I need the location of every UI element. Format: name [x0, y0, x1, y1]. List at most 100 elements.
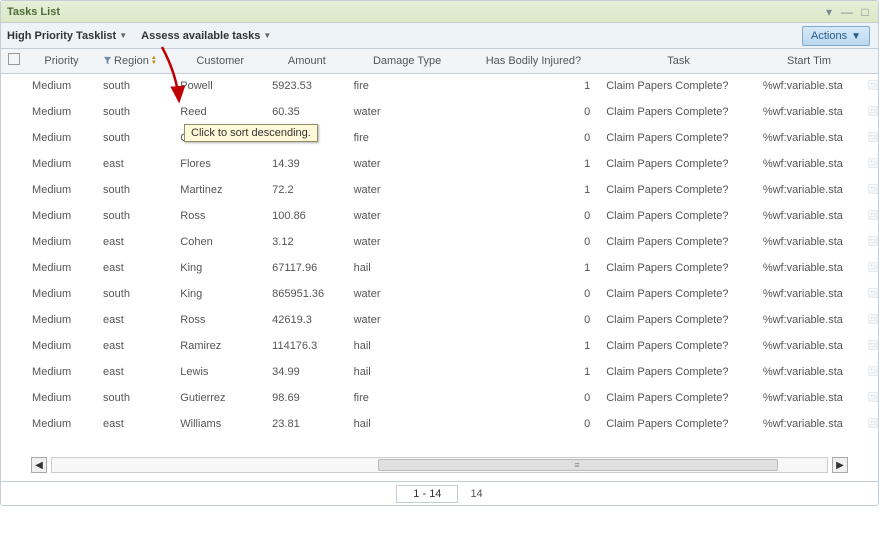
checkbox-cell[interactable]	[1, 151, 26, 177]
task-cell: Claim Papers Complete?	[600, 203, 757, 229]
checkbox-cell[interactable]	[1, 255, 26, 281]
select-all-checkbox[interactable]	[8, 53, 20, 65]
minimize-icon[interactable]: —	[840, 5, 854, 19]
table-row[interactable]: MediumeastFlores14.39water1Claim Papers …	[1, 151, 878, 177]
table-row[interactable]: MediumeastRoss42619.3water0Claim Papers …	[1, 307, 878, 333]
row-action-cell[interactable]	[861, 411, 878, 437]
amount-cell: 67117.96	[266, 255, 347, 281]
col-start[interactable]: Start Tim	[757, 49, 861, 73]
col-checkbox[interactable]	[1, 49, 26, 73]
checkbox-cell[interactable]	[1, 333, 26, 359]
details-icon[interactable]	[867, 156, 878, 169]
table-row[interactable]: MediumeastKing67117.96hail1Claim Papers …	[1, 255, 878, 281]
checkbox-cell[interactable]	[1, 125, 26, 151]
maximize-icon[interactable]: □	[858, 5, 872, 19]
damage-cell: fire	[348, 125, 467, 151]
col-region[interactable]: Region▲▼	[97, 49, 174, 73]
customer-cell: Cohen	[174, 229, 266, 255]
priority-cell: Medium	[26, 307, 97, 333]
row-action-cell[interactable]	[861, 359, 878, 385]
details-icon[interactable]	[867, 260, 878, 273]
task-cell: Claim Papers Complete?	[600, 151, 757, 177]
table-row[interactable]: MediumsouthGutierrez98.69fire0Claim Pape…	[1, 385, 878, 411]
col-task[interactable]: Task	[600, 49, 757, 73]
row-action-cell[interactable]	[861, 385, 878, 411]
row-action-cell[interactable]	[861, 177, 878, 203]
priority-cell: Medium	[26, 203, 97, 229]
details-icon[interactable]	[867, 416, 878, 429]
details-icon[interactable]	[867, 78, 878, 91]
checkbox-cell[interactable]	[1, 229, 26, 255]
row-action-cell[interactable]	[861, 255, 878, 281]
row-action-cell[interactable]	[861, 73, 878, 99]
checkbox-cell[interactable]	[1, 411, 26, 437]
details-icon[interactable]	[867, 338, 878, 351]
checkbox-cell[interactable]	[1, 203, 26, 229]
region-cell: east	[97, 255, 174, 281]
row-action-cell[interactable]	[861, 307, 878, 333]
row-action-cell[interactable]	[861, 99, 878, 125]
col-bodily[interactable]: Has Bodily Injured?	[467, 49, 601, 73]
priority-cell: Medium	[26, 177, 97, 203]
table-row[interactable]: MediumeastRamirez114176.3hail1Claim Pape…	[1, 333, 878, 359]
col-customer[interactable]: Customer	[174, 49, 266, 73]
details-icon[interactable]	[867, 364, 878, 377]
details-icon[interactable]	[867, 104, 878, 117]
table-row[interactable]: MediumsouthRoss100.86water0Claim Papers …	[1, 203, 878, 229]
row-action-cell[interactable]	[861, 125, 878, 151]
checkbox-cell[interactable]	[1, 359, 26, 385]
amount-cell: 72.2	[266, 177, 347, 203]
table-row[interactable]: MediumsouthReed60.35water0Claim Papers C…	[1, 99, 878, 125]
col-damage[interactable]: Damage Type	[348, 49, 467, 73]
row-action-cell[interactable]	[861, 229, 878, 255]
detach-icon[interactable]: ▾	[822, 5, 836, 19]
amount-cell: 42619.3	[266, 307, 347, 333]
checkbox-cell[interactable]	[1, 385, 26, 411]
details-icon[interactable]	[867, 182, 878, 195]
row-action-cell[interactable]	[861, 281, 878, 307]
table-row[interactable]: MediumsouthMartinez72.2water1Claim Paper…	[1, 177, 878, 203]
table-row[interactable]: MediumsouthPowell5923.53fire1Claim Paper…	[1, 73, 878, 99]
assess-dropdown-label: Assess available tasks	[141, 30, 260, 42]
start-cell: %wf:variable.sta	[757, 99, 861, 125]
tasklist-dropdown[interactable]: High Priority Tasklist ▼	[7, 30, 127, 42]
details-icon[interactable]	[867, 312, 878, 325]
damage-cell: hail	[348, 411, 467, 437]
bodily-cell: 1	[467, 177, 601, 203]
checkbox-cell[interactable]	[1, 177, 26, 203]
table-row[interactable]: MediumeastCohen3.12water0Claim Papers Co…	[1, 229, 878, 255]
checkbox-cell[interactable]	[1, 73, 26, 99]
col-priority[interactable]: Priority	[26, 49, 97, 73]
table-row[interactable]: MediumeastWilliams23.81hail0Claim Papers…	[1, 411, 878, 437]
row-action-cell[interactable]	[861, 333, 878, 359]
scroll-right-button[interactable]: ▶	[832, 457, 848, 473]
h-scrollbar[interactable]: ◀ ≡ ▶	[1, 455, 878, 475]
details-icon[interactable]	[867, 130, 878, 143]
region-cell: south	[97, 385, 174, 411]
table-row[interactable]: MediumsouthKing865951.36water0Claim Pape…	[1, 281, 878, 307]
region-cell: south	[97, 203, 174, 229]
scroll-left-button[interactable]: ◀	[31, 457, 47, 473]
damage-cell: water	[348, 203, 467, 229]
table-row[interactable]: MediumeastLewis34.99hail1Claim Papers Co…	[1, 359, 878, 385]
details-icon[interactable]	[867, 390, 878, 403]
checkbox-cell[interactable]	[1, 307, 26, 333]
table-row[interactable]: MediumsouthGonzalez71.54fire0Claim Paper…	[1, 125, 878, 151]
bodily-cell: 0	[467, 411, 601, 437]
col-amount[interactable]: Amount	[266, 49, 347, 73]
row-action-cell[interactable]	[861, 151, 878, 177]
header-row: Priority Region▲▼ Customer Amount Damage…	[1, 49, 878, 73]
checkbox-cell[interactable]	[1, 99, 26, 125]
scroll-track[interactable]: ≡	[51, 457, 828, 473]
checkbox-cell[interactable]	[1, 281, 26, 307]
details-icon[interactable]	[867, 286, 878, 299]
bodily-cell: 0	[467, 281, 601, 307]
scroll-thumb[interactable]: ≡	[378, 459, 778, 471]
actions-button[interactable]: Actions ▼	[802, 26, 870, 46]
task-cell: Claim Papers Complete?	[600, 177, 757, 203]
details-icon[interactable]	[867, 234, 878, 247]
row-action-cell[interactable]	[861, 203, 878, 229]
details-icon[interactable]	[867, 208, 878, 221]
panel-header: Tasks List ▾ — □	[1, 1, 878, 23]
assess-dropdown[interactable]: Assess available tasks ▼	[141, 30, 271, 42]
